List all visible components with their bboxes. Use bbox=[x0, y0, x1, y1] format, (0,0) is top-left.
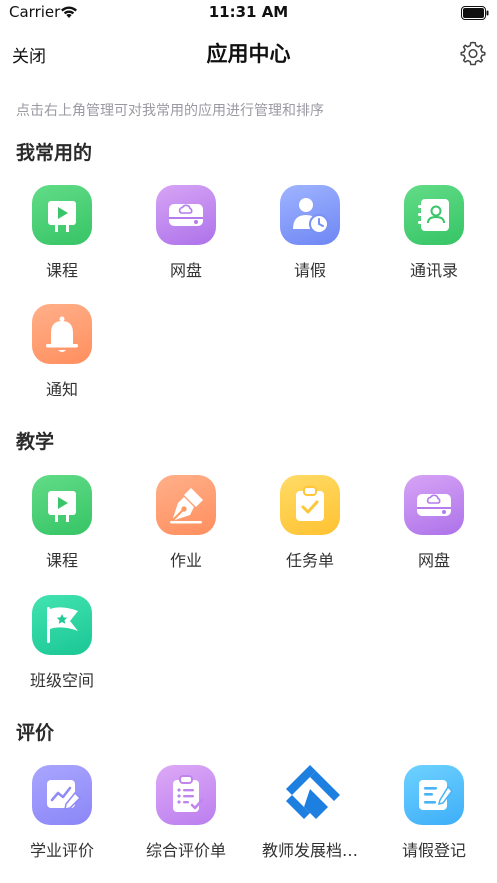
app-teacher-development[interactable]: 教师发展档… bbox=[248, 765, 372, 861]
contacts-book-icon bbox=[404, 185, 464, 245]
nav-bar: 关闭 应用中心 bbox=[0, 30, 497, 74]
app-label: 课程 bbox=[45, 261, 78, 280]
section-title-favorites: 我常用的 bbox=[16, 142, 93, 164]
app-label: 请假 bbox=[293, 261, 326, 280]
person-clock-icon bbox=[280, 185, 340, 245]
checklist-icon bbox=[156, 765, 216, 825]
bell-icon bbox=[32, 304, 92, 364]
app-cloud-drive[interactable]: 网盘 bbox=[372, 475, 496, 571]
chart-pen-icon bbox=[32, 765, 92, 825]
section-title-teaching: 教学 bbox=[16, 431, 55, 453]
settings-button[interactable] bbox=[460, 40, 486, 66]
cloud-drive-icon bbox=[156, 185, 216, 245]
app-leave-registration[interactable]: 请假登记 bbox=[372, 765, 496, 861]
app-class-space[interactable]: 班级空间 bbox=[0, 595, 124, 691]
battery-icon bbox=[461, 5, 489, 24]
app-label: 班级空间 bbox=[29, 671, 94, 690]
app-leave[interactable]: 请假 bbox=[248, 185, 372, 281]
app-label: 学业评价 bbox=[29, 841, 94, 860]
app-notice[interactable]: 通知 bbox=[0, 304, 124, 400]
app-label: 通讯录 bbox=[409, 261, 458, 280]
flag-star-icon bbox=[32, 595, 92, 655]
app-academic-evaluation[interactable]: 学业评价 bbox=[0, 765, 124, 861]
app-label: 综合评价单 bbox=[145, 841, 226, 860]
app-contacts[interactable]: 通讯录 bbox=[372, 185, 496, 281]
clipboard-check-icon bbox=[280, 475, 340, 535]
app-comprehensive-evaluation[interactable]: 综合评价单 bbox=[124, 765, 248, 861]
app-homework[interactable]: 作业 bbox=[124, 475, 248, 571]
section-title-evaluation: 评价 bbox=[16, 722, 55, 744]
app-label: 课程 bbox=[45, 551, 78, 570]
cloud-drive-icon bbox=[404, 475, 464, 535]
status-bar: Carrier 11:31 AM bbox=[0, 0, 497, 26]
app-label: 请假登记 bbox=[401, 841, 466, 860]
diamond-logo-icon bbox=[280, 765, 340, 825]
app-course[interactable]: 课程 bbox=[0, 185, 124, 281]
app-label: 通知 bbox=[45, 380, 78, 399]
app-label: 网盘 bbox=[169, 261, 202, 280]
app-course[interactable]: 课程 bbox=[0, 475, 124, 571]
play-board-icon bbox=[32, 185, 92, 245]
app-label: 任务单 bbox=[285, 551, 334, 570]
form-pen-icon bbox=[404, 765, 464, 825]
app-label: 教师发展档… bbox=[261, 841, 358, 860]
management-hint: 点击右上角管理可对我常用的应用进行管理和排序 bbox=[16, 103, 324, 119]
pen-nib-icon bbox=[156, 475, 216, 535]
gear-icon bbox=[460, 41, 486, 66]
play-board-icon bbox=[32, 475, 92, 535]
status-time: 11:31 AM bbox=[208, 3, 289, 21]
app-task-sheet[interactable]: 任务单 bbox=[248, 475, 372, 571]
app-cloud-drive[interactable]: 网盘 bbox=[124, 185, 248, 281]
app-label: 网盘 bbox=[417, 551, 450, 570]
app-label: 作业 bbox=[169, 551, 202, 570]
page-title: 应用中心 bbox=[206, 42, 291, 66]
